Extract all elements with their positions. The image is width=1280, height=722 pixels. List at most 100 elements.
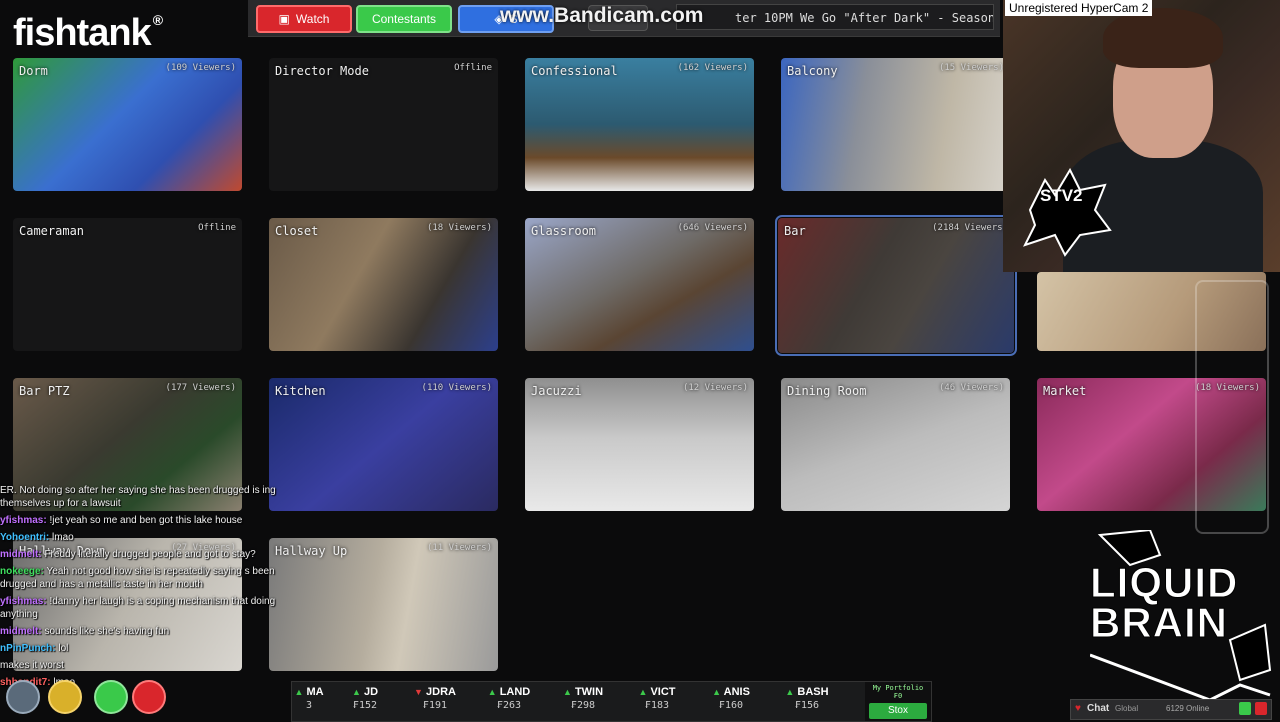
stox-panel: My Portfolio ₣0 Stox (865, 682, 931, 721)
contestants-button[interactable]: Contestants (356, 5, 452, 33)
chat-message: nPinPunch: lol (0, 642, 285, 655)
heart-icon: ♥ (1075, 703, 1081, 714)
tile-dorm[interactable]: Dorm (109 Viewers) (13, 58, 242, 191)
viewer-count: (18 Viewers) (426, 223, 492, 233)
up-arrow-icon: ▲ (638, 687, 648, 697)
offline-label: Offline (454, 63, 492, 73)
viewer-count: (110 Viewers) (421, 383, 492, 393)
tile-closet[interactable]: Closet (18 Viewers) (269, 218, 498, 351)
ticker-value: ₣156 (794, 700, 820, 711)
chat-message: ER. Not doing so after her saying she ha… (0, 484, 285, 510)
chat-tab[interactable]: Chat (1087, 703, 1109, 714)
up-arrow-icon: ▲ (487, 687, 497, 697)
tile-name: Cameraman (19, 224, 85, 238)
tile-glassroom[interactable]: Glassroom (646 Viewers) (525, 218, 754, 351)
tile-kitchen[interactable]: Kitchen (110 Viewers) (269, 378, 498, 511)
chat-user: yfishmas: (0, 596, 47, 607)
watch-button[interactable]: ▣ Watch (256, 5, 352, 33)
tile-name: Hallway Up (275, 544, 348, 558)
coin-icon[interactable] (48, 680, 82, 714)
ticker-item[interactable]: ▲ ANIS ₣160 (696, 686, 766, 711)
close-icon[interactable] (132, 680, 166, 714)
tile-jacuzzi[interactable]: Jacuzzi (12 Viewers) (525, 378, 754, 511)
chat-overlay: ER. Not doing so after her saying she ha… (0, 484, 285, 693)
chat-user: midmelt: (0, 626, 42, 637)
ticker-item[interactable]: ▲ VICT ₣183 (622, 686, 692, 711)
chat-message: midmelt: sounds like she's having fun (0, 625, 285, 638)
ticker-symbol: MA (306, 686, 324, 698)
send-icon[interactable] (1239, 702, 1251, 715)
viewer-count: (15 Viewers) (938, 63, 1004, 73)
ticker-symbol: JD (363, 686, 379, 698)
tile-name: Glassroom (531, 224, 597, 238)
viewer-count: (11 Viewers) (426, 543, 492, 553)
up-arrow-icon: ▲ (712, 687, 721, 697)
ticker-value: ₣298 (570, 700, 596, 711)
tile-bar[interactable]: Bar (2184 Viewers) (775, 215, 1017, 356)
tile-name: Dorm (19, 64, 48, 78)
ticker-value: ₣152 (352, 700, 378, 711)
ticker-value: ₣191 (422, 700, 448, 711)
ticker-item[interactable]: ▲ BASH ₣156 (772, 686, 842, 711)
ticker-item[interactable]: ▼ JDRA ₣191 (400, 686, 470, 711)
close-chat-icon[interactable] (1255, 702, 1267, 715)
ticker-item[interactable]: ▲ JD ₣152 (330, 686, 400, 711)
settings-icon[interactable] (6, 680, 40, 714)
chat-user: Yohoentri: (0, 532, 50, 543)
contestants-label: Contestants (371, 12, 437, 26)
ticker-value: ₣183 (644, 700, 670, 711)
global-tab[interactable]: Global (1115, 704, 1138, 713)
chat-text: !jet yeah so me and ben got this lake ho… (46, 515, 243, 526)
ticker-symbol: JDRA (426, 686, 456, 698)
chat-message: midmelt: Freddy literally drugged people… (0, 548, 285, 561)
tile-name: Bar (784, 224, 806, 238)
tile-dining-room[interactable]: Dining Room (46 Viewers) (781, 378, 1010, 511)
chat-text: Freddy literally drugged people and got … (41, 549, 256, 560)
tile-name: Bar PTZ (19, 384, 70, 398)
fishtank-logo[interactable]: fishtank ® (13, 12, 163, 55)
chat-user: yfishmas: (0, 515, 47, 526)
up-arrow-icon: ▲ (294, 687, 304, 697)
tile-name: Jacuzzi (531, 384, 582, 398)
tile-name: Director Mode (275, 64, 369, 78)
stox-button[interactable]: Stox (869, 703, 927, 719)
stock-ticker: ▲ MA 3 ▲ JD ₣152 ▼ JDRA ₣191 ▲ LAND ₣263… (291, 681, 932, 722)
chat-message: yfishmas: !jet yeah so me and ben got th… (0, 514, 285, 527)
chat-text: lol (55, 643, 69, 654)
ticker-item[interactable]: ▲ TWIN ₣298 (548, 686, 618, 711)
watch-label: Watch (295, 12, 330, 26)
tile-director-mode[interactable]: Director Mode Offline (269, 58, 498, 191)
inventory-icon[interactable] (94, 680, 128, 714)
down-arrow-icon: ▼ (414, 687, 423, 697)
hypercam-watermark: Unregistered HyperCam 2 (1005, 0, 1153, 16)
tile-hallway-up[interactable]: Hallway Up (11 Viewers) (269, 538, 498, 671)
livestream-frame (1195, 280, 1269, 534)
offline-label: Offline (198, 223, 236, 233)
tv-icon: ▣ (278, 12, 290, 26)
chat-message: yfishmas: !danny her laugh is a coping m… (0, 595, 285, 621)
chat-bar[interactable]: ♥ Chat Global 6129 Online (1070, 699, 1272, 720)
ticker-symbol: BASH (797, 686, 829, 698)
ticker-symbol: ANIS (723, 686, 750, 698)
tile-cameraman[interactable]: Cameraman Offline (13, 218, 242, 351)
tile-balcony[interactable]: Balcony (15 Viewers) (781, 58, 1010, 191)
announcement-marquee: ter 10PM We Go "After Dark" - Season Pas (676, 4, 994, 30)
tile-name: Closet (275, 224, 319, 238)
tile-name: Kitchen (275, 384, 326, 398)
tile-name: Market (1043, 384, 1087, 398)
logo-text: fishtank (13, 12, 152, 54)
viewer-count: (646 Viewers) (677, 223, 748, 233)
registered-mark: ® (152, 12, 163, 28)
tile-name: Balcony (787, 64, 838, 78)
viewer-count: (46 Viewers) (938, 383, 1004, 393)
marquee-text: ter 10PM We Go "After Dark" - Season Pas (735, 11, 994, 25)
chat-user: midmelt: (0, 549, 42, 560)
tile-confessional[interactable]: Confessional (162 Viewers) (525, 58, 754, 191)
chat-text: ER. Not doing so after her saying she ha… (0, 485, 276, 509)
chat-user: nPinPunch: (0, 643, 56, 654)
ticker-symbol: VICT (650, 686, 676, 698)
ticker-item[interactable]: ▲ LAND ₣263 (474, 686, 544, 711)
viewer-count: (2184 Viewers) (932, 223, 1008, 233)
chat-message: makes it worst (0, 659, 285, 672)
up-arrow-icon: ▲ (785, 687, 795, 697)
